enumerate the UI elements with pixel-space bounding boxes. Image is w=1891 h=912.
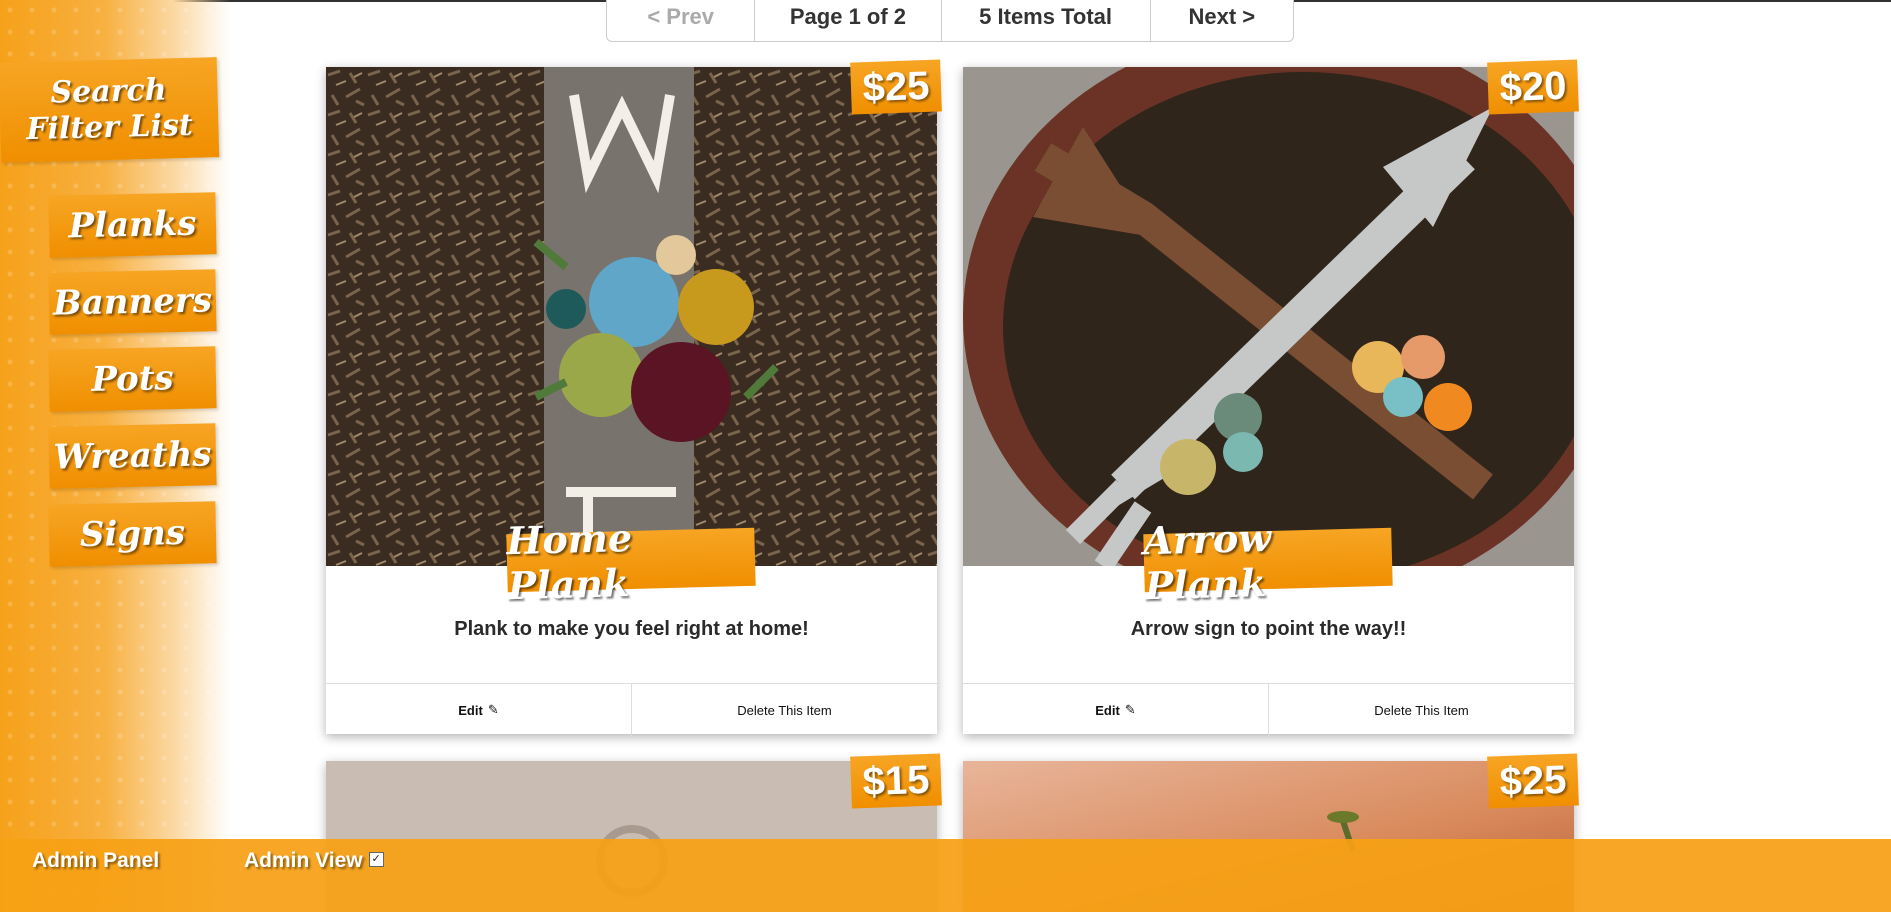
product-description: Plank to make you feel right at home! (454, 618, 809, 640)
category-banners-button[interactable]: Banners (48, 269, 217, 335)
prev-page-button[interactable]: < Prev (607, 0, 756, 41)
next-page-button[interactable]: Next > (1151, 0, 1293, 41)
admin-view-checkbox[interactable]: ✓ (368, 851, 384, 867)
category-signs-button[interactable]: Signs (48, 501, 217, 567)
price-badge: $25 (1487, 753, 1579, 809)
items-total: 5 Items Total (942, 0, 1151, 41)
sidebar: Search Filter List Planks Banners Pots W… (0, 0, 230, 912)
admin-panel-link[interactable]: Admin Panel (32, 847, 159, 875)
admin-bar: Admin Panel Admin View ✓ (0, 839, 1891, 912)
price-badge: $15 (850, 753, 942, 809)
admin-view-label: Admin View (244, 849, 363, 872)
page-indicator: Page 1 of 2 (755, 0, 942, 41)
product-card: $25 Home Plank Plank to make you feel ri… (326, 59, 942, 736)
category-wreaths-button[interactable]: Wreaths (48, 423, 217, 489)
product-card: $20 Arrow Plank Arrow sign to point the … (963, 59, 1579, 736)
admin-view-toggle[interactable]: Admin View ✓ (244, 847, 384, 875)
pencil-icon: ✎ (487, 702, 499, 717)
product-description: Arrow sign to point the way!! (1130, 618, 1407, 640)
product-photo[interactable] (963, 67, 1574, 566)
filter-list-title: Search Filter List (0, 57, 220, 163)
product-name: Home Plank (506, 515, 756, 608)
product-photo[interactable] (326, 67, 937, 566)
delete-button[interactable]: Delete This Item (632, 684, 937, 736)
price-badge: $25 (850, 59, 942, 115)
category-pots-button[interactable]: Pots (48, 346, 217, 412)
card-actions: Edit ✎ Delete This Item (963, 683, 1574, 736)
edit-button[interactable]: Edit ✎ (326, 684, 632, 736)
price-badge: $20 (1487, 59, 1579, 115)
edit-label: Edit (458, 702, 483, 718)
pencil-icon: ✎ (1124, 702, 1136, 717)
delete-button[interactable]: Delete This Item (1269, 684, 1574, 736)
edit-button[interactable]: Edit ✎ (963, 684, 1269, 736)
card-actions: Edit ✎ Delete This Item (326, 683, 937, 736)
edit-label: Edit (1095, 702, 1120, 718)
category-planks-button[interactable]: Planks (48, 192, 217, 258)
pagination: < Prev Page 1 of 2 5 Items Total Next > (606, 0, 1294, 42)
product-name: Arrow Plank (1143, 515, 1393, 608)
